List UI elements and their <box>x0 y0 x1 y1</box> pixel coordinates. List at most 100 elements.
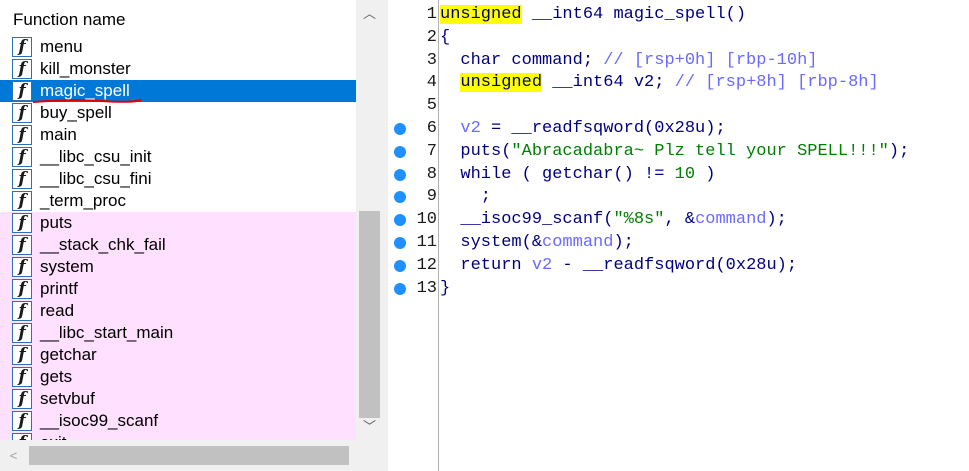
function-icon: f <box>12 389 32 409</box>
function-icon: f <box>12 169 32 189</box>
code-line[interactable]: 9 ; <box>388 186 969 208</box>
code-line[interactable]: 5 <box>388 95 969 117</box>
line-number: 12 <box>416 255 437 275</box>
scroll-down-icon[interactable]: ﹀ <box>356 413 383 440</box>
function-icon: f <box>12 37 32 57</box>
function-name-label: _term_proc <box>40 191 126 210</box>
code-line[interactable]: 10 __isoc99_scanf("%8s", &command); <box>388 209 969 231</box>
function-item-printf[interactable]: f printf <box>0 278 356 300</box>
function-name-label: main <box>40 125 77 144</box>
function-icon: f <box>12 367 32 387</box>
code-token: - __readfsqword(0x28u); <box>552 255 798 275</box>
code-line[interactable]: 12 return v2 - __readfsqword(0x28u); <box>388 255 969 277</box>
function-icon: f <box>12 345 32 365</box>
function-icon: f <box>12 301 32 321</box>
function-name-label: read <box>40 301 75 320</box>
function-name-label: __isoc99_scanf <box>40 411 159 430</box>
breakpoint-dot-icon[interactable] <box>394 145 406 158</box>
function-item-libc-csu-fini[interactable]: f __libc_csu_fini <box>0 168 356 190</box>
line-number: 4 <box>426 73 437 93</box>
code-token: while ( getchar() != <box>440 164 675 184</box>
code-line[interactable]: 11 system(&command); <box>388 232 969 254</box>
code-token: ); <box>613 233 634 252</box>
code-line[interactable]: 1 unsigned __int64 magic_spell() <box>388 4 969 26</box>
code-text: return v2 - __readfsqword(0x28u); <box>440 255 797 277</box>
function-item-isoc99-scanf[interactable]: f __isoc99_scanf <box>0 410 356 432</box>
function-item-puts[interactable]: f puts <box>0 212 356 234</box>
code-token: ) <box>695 164 716 184</box>
breakpoint-dot-icon[interactable] <box>394 282 406 295</box>
code-line[interactable]: 3 char command; // [rsp+0h] [rbp-10h] <box>388 50 969 72</box>
code-token: 10 <box>674 164 696 184</box>
line-number: 8 <box>426 164 437 184</box>
vertical-scrollbar[interactable]: ︿ ﹀ <box>356 0 383 440</box>
horizontal-scrollbar[interactable]: < <box>0 440 383 471</box>
vertical-scroll-thumb[interactable] <box>359 211 380 418</box>
function-item-getchar[interactable]: f getchar <box>0 344 356 366</box>
function-name-label: setvbuf <box>40 389 95 408</box>
function-icon: f <box>12 257 32 277</box>
code-token: system(& <box>440 233 543 252</box>
function-icon: f <box>12 411 32 431</box>
breakpoint-dot-icon[interactable] <box>394 237 406 249</box>
function-item-buy-spell[interactable]: f buy_spell <box>0 102 356 124</box>
breakpoint-dot-icon[interactable] <box>394 259 406 272</box>
function-icon: f <box>12 279 32 299</box>
function-icon: f <box>12 59 32 79</box>
code-line[interactable]: 6 v2 = __readfsqword(0x28u); <box>388 118 969 140</box>
code-token: ); <box>888 141 910 161</box>
function-item-read[interactable]: f read <box>0 300 356 322</box>
function-icon: f <box>12 213 32 233</box>
function-item-exit[interactable]: f exit <box>0 432 356 440</box>
code-line[interactable]: 2{ <box>388 27 969 49</box>
code-token: ; <box>440 187 492 207</box>
breakpoint-dot-icon[interactable] <box>394 123 406 135</box>
code-token: = __readfsqword(0x28u); <box>480 119 726 138</box>
code-line[interactable]: 4 unsigned __int64 v2; // [rsp+8h] [rbp-… <box>388 72 969 94</box>
function-item-term-proc[interactable]: f _term_proc <box>0 190 356 212</box>
function-list-pane: Function name f menu f kill_monster f magic_s… <box>0 0 383 471</box>
scroll-up-icon[interactable]: ︿ <box>356 0 383 27</box>
function-item-libc-csu-init[interactable]: f __libc_csu_init <box>0 146 356 168</box>
line-number: 5 <box>426 96 437 116</box>
function-icon: f <box>12 433 32 440</box>
code-line[interactable]: 8 while ( getchar() != 10 ) <box>388 164 969 186</box>
code-token: } <box>440 278 451 298</box>
function-item-stack-chk-fail[interactable]: f __stack_chk_fail <box>0 234 356 256</box>
breakpoint-dot-icon[interactable] <box>394 214 406 227</box>
code-text: unsigned __int64 magic_spell() <box>440 4 746 26</box>
function-item-libc-start-main[interactable]: f __libc_start_main <box>0 322 356 344</box>
scroll-left-icon[interactable]: < <box>0 442 27 469</box>
code-token: unsigned <box>440 5 522 24</box>
function-name-column-label: Function name <box>13 10 126 29</box>
function-item-gets[interactable]: f gets <box>0 366 356 388</box>
code-token: v2 <box>531 255 553 275</box>
line-number: 9 <box>426 187 437 207</box>
code-text: unsigned __int64 v2; // [rsp+8h] [rbp-8h… <box>440 72 879 94</box>
code-text: while ( getchar() != 10 ) <box>440 164 715 186</box>
function-name-label: gets <box>40 367 73 386</box>
code-line[interactable]: 13} <box>388 278 969 300</box>
function-item-main[interactable]: f main <box>0 124 356 146</box>
code-line[interactable]: 7 puts("Abracadabra~ Plz tell your SPELL… <box>388 141 969 163</box>
breakpoint-dot-icon[interactable] <box>394 168 406 181</box>
code-token: v2 <box>460 119 481 138</box>
pseudocode-view[interactable]: 1 unsigned __int64 magic_spell() 2{3 char … <box>388 0 969 471</box>
function-name-label: exit <box>40 433 66 440</box>
function-item-setvbuf[interactable]: f setvbuf <box>0 388 356 410</box>
code-token: char command; <box>440 50 604 70</box>
code-text: } <box>440 278 450 300</box>
horizontal-scroll-thumb[interactable] <box>29 446 349 465</box>
function-item-menu[interactable]: f menu <box>0 36 356 58</box>
function-name-label: buy_spell <box>40 103 112 122</box>
code-token: ); <box>766 210 787 230</box>
function-item-kill-monster[interactable]: f kill_monster <box>0 58 356 80</box>
breakpoint-dot-icon[interactable] <box>394 191 406 204</box>
function-item-magic-spell[interactable]: f magic_spell <box>0 80 356 103</box>
function-list-header[interactable]: Function name <box>0 0 356 36</box>
function-item-system[interactable]: f system <box>0 256 356 278</box>
function-name-label: puts <box>40 213 73 232</box>
line-number: 3 <box>426 50 437 70</box>
